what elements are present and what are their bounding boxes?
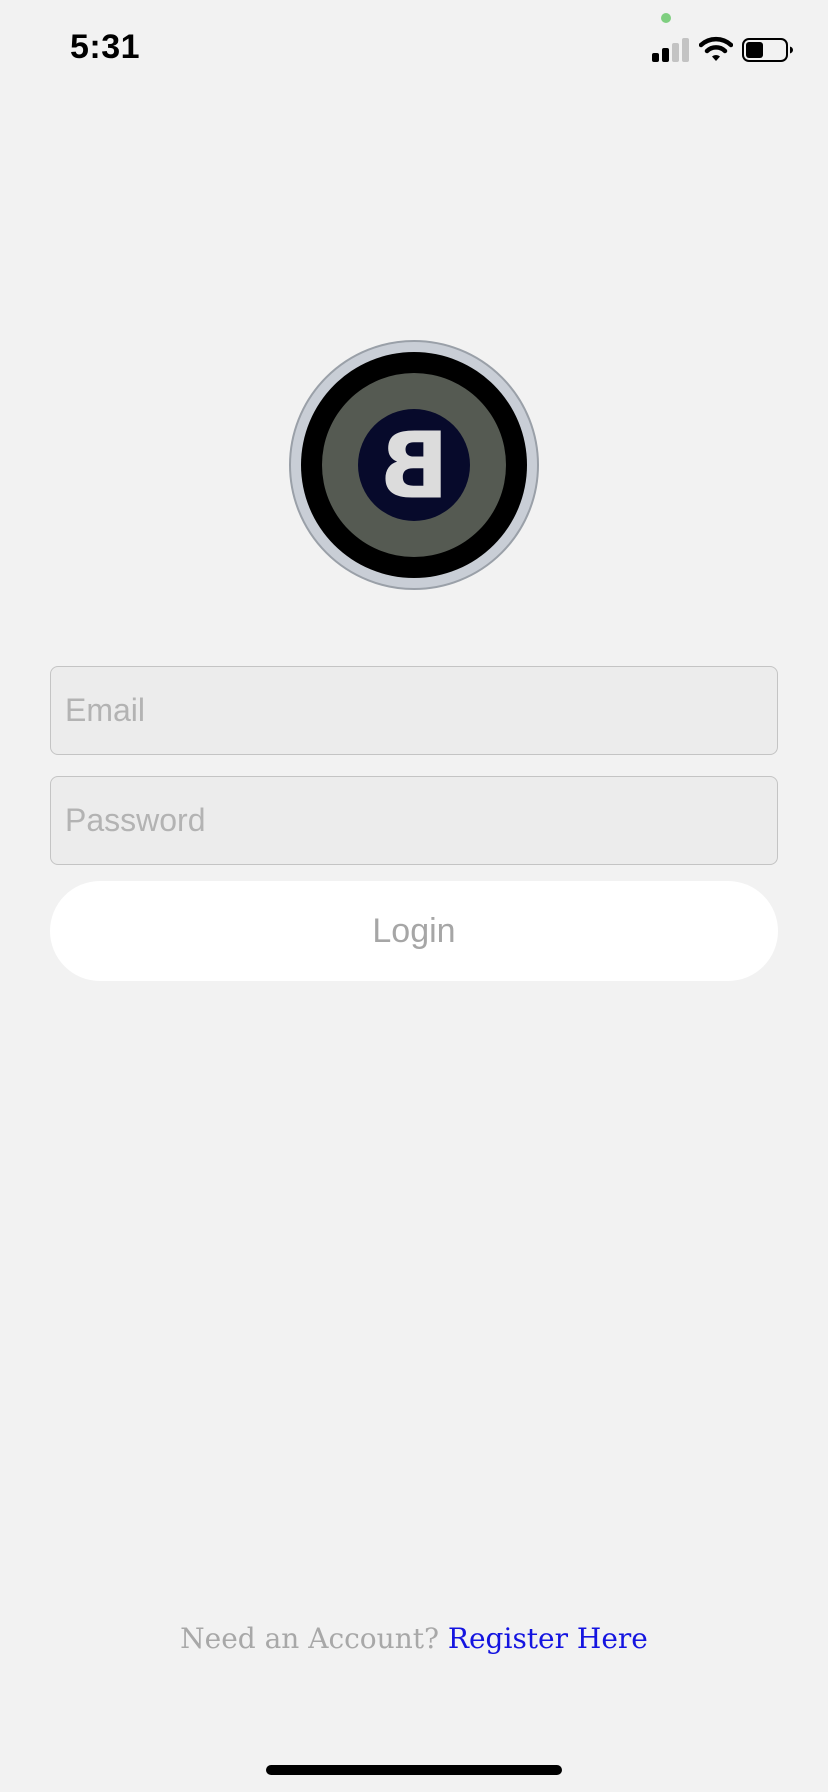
- privacy-indicator-dot: [661, 13, 671, 23]
- register-link[interactable]: Register Here: [448, 1622, 648, 1655]
- password-field[interactable]: [50, 776, 778, 865]
- cellular-signal-icon: [652, 38, 690, 62]
- brand-logo-icon: B: [289, 340, 539, 590]
- status-bar: 5:31: [0, 0, 828, 100]
- home-indicator[interactable]: [266, 1765, 562, 1775]
- logo-letter: B: [379, 413, 449, 520]
- register-prompt-line: Need an Account? Register Here: [0, 1622, 828, 1655]
- login-button[interactable]: Login: [50, 881, 778, 981]
- register-prompt: Need an Account?: [180, 1622, 439, 1655]
- email-field[interactable]: [50, 666, 778, 755]
- battery-icon: [742, 38, 794, 62]
- wifi-icon: [698, 36, 734, 62]
- status-time: 5:31: [70, 28, 141, 66]
